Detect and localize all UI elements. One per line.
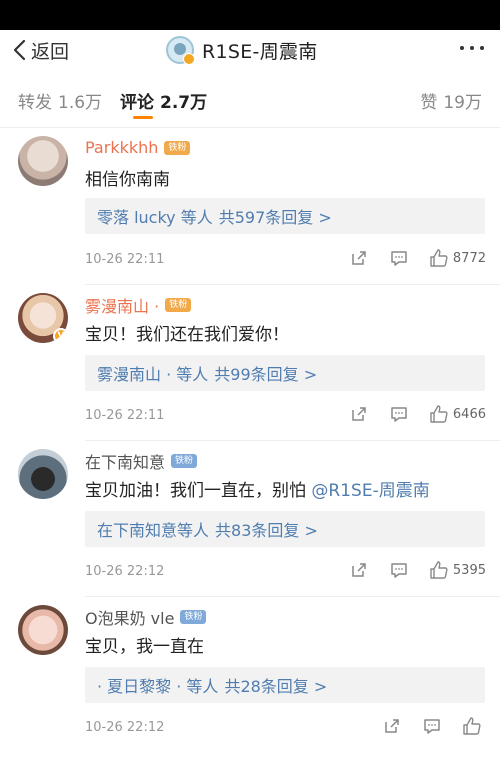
comment-text: 宝贝！我们还在我们爱你！ (85, 325, 289, 345)
fan-badge: 铁粉 (171, 454, 198, 468)
back-button[interactable]: 返回 (12, 36, 69, 64)
comment-button[interactable] (389, 404, 409, 424)
chevron-left-icon (13, 39, 26, 61)
tab-count: 1.6万 (58, 93, 103, 113)
repost-button[interactable] (349, 404, 369, 424)
tab-bar: 转发 1.6万 评论 2.7万 赞 19万 (0, 82, 500, 122)
divider (85, 596, 500, 597)
share-icon (352, 251, 366, 265)
reply-users: 零落 lucky 等人 (97, 208, 213, 227)
tab-label: 转发 (18, 93, 52, 113)
mention-link[interactable]: @R1SE-周震南 (311, 481, 429, 501)
title-text: R1SE-周震南 (202, 40, 318, 63)
divider (0, 127, 500, 128)
reply-summary-button[interactable]: 零落 lucky 等人 共597条回复 > (85, 198, 485, 234)
comment-text: 宝贝加油！我们一直在，别怕 @R1SE-周震南 (85, 476, 430, 501)
like-button[interactable] (462, 716, 486, 736)
status-bar (0, 0, 500, 30)
tab-repost[interactable]: 转发 1.6万 (18, 88, 102, 113)
reply-count: 共83条回复 > (215, 521, 318, 540)
reply-count: 共99条回复 > (214, 365, 318, 384)
avatar (166, 36, 195, 65)
comment-time: 10-26 22:12 (85, 720, 165, 735)
verified-icon (183, 53, 195, 65)
share-icon (352, 407, 366, 421)
page-title[interactable]: R1SE-周震南 (166, 34, 318, 66)
comment-author[interactable]: 在下南知意 铁粉 (85, 449, 198, 473)
like-button[interactable]: 6466 (429, 404, 486, 424)
thumb-up-icon (430, 249, 448, 267)
thumb-up-icon (430, 561, 448, 579)
tab-like[interactable]: 赞 19万 (420, 88, 482, 113)
comment-author[interactable]: 雾漫南山 · 铁粉 (85, 293, 192, 317)
share-icon (385, 719, 399, 733)
comment-icon (391, 251, 407, 266)
comment-time: 10-26 22:11 (85, 408, 165, 423)
author-name: Parkkkhh (85, 138, 159, 157)
comment-button[interactable] (389, 560, 409, 580)
thumb-up-icon (430, 405, 448, 423)
comment-actions: 6466 (329, 404, 486, 424)
comment-text: 相信你南南 (85, 170, 170, 190)
reply-summary-button[interactable]: · 夏日黎黎 · 等人 共28条回复 > (85, 667, 485, 703)
tab-count: 19万 (443, 93, 482, 113)
comment-author[interactable]: O泡果奶 vle 铁粉 (85, 605, 207, 629)
tab-label: 评论 (120, 93, 154, 113)
tab-count: 2.7万 (160, 93, 208, 113)
author-name: 在下南知意 (85, 453, 166, 472)
avatar[interactable] (18, 136, 68, 186)
comment-time: 10-26 22:12 (85, 564, 165, 579)
avatar[interactable]: V (18, 293, 68, 343)
divider (85, 284, 500, 285)
comment-text-body: 宝贝加油！我们一直在，别怕 (85, 481, 312, 501)
avatar[interactable] (18, 449, 68, 499)
avatar[interactable] (18, 605, 68, 655)
reply-summary-button[interactable]: 在下南知意等人 共83条回复 > (85, 511, 485, 547)
verified-icon: V (53, 328, 68, 343)
author-name: O泡果奶 vle (85, 609, 175, 628)
reply-count: 共597条回复 > (218, 208, 332, 227)
divider (85, 440, 500, 441)
like-count: 5395 (452, 562, 486, 578)
comment-icon (391, 563, 407, 578)
repost-button[interactable] (349, 560, 369, 580)
repost-button[interactable] (349, 248, 369, 268)
tab-comment[interactable]: 评论 2.7万 (120, 88, 207, 113)
comment-actions: 8772 (329, 248, 486, 268)
more-dots-icon[interactable] (460, 46, 484, 50)
comment-actions (362, 716, 486, 736)
repost-button[interactable] (382, 716, 402, 736)
comment-button[interactable] (422, 716, 442, 736)
reply-users: · 夏日黎黎 · 等人 (97, 677, 219, 696)
comment-button[interactable] (389, 248, 409, 268)
back-label: 返回 (31, 40, 70, 63)
reply-summary-button[interactable]: 雾漫南山 · 等人 共99条回复 > (85, 355, 485, 391)
fan-badge: 铁粉 (164, 140, 191, 155)
thumb-up-icon (463, 717, 481, 735)
reply-users: 雾漫南山 · 等人 (97, 365, 209, 384)
fan-badge: 铁粉 (180, 610, 207, 624)
like-count: 8772 (452, 250, 486, 266)
comment-author[interactable]: Parkkkhh 铁粉 (85, 138, 191, 157)
reply-users: 在下南知意等人 (97, 521, 210, 540)
comment-time: 10-26 22:11 (85, 252, 165, 267)
reply-count: 共28条回复 > (224, 677, 328, 696)
comment-icon (424, 719, 440, 734)
comment-text: 宝贝，我一直在 (85, 637, 204, 657)
fan-badge: 铁粉 (165, 298, 192, 312)
tab-label: 赞 (420, 93, 438, 113)
active-tab-indicator (133, 116, 153, 119)
share-icon (352, 563, 366, 577)
like-button[interactable]: 5395 (429, 560, 486, 580)
comment-icon (391, 407, 407, 422)
comment-actions: 5395 (329, 560, 486, 580)
author-name: 雾漫南山 · (85, 297, 160, 316)
like-count: 6466 (452, 406, 486, 422)
nav-bar: 返回 R1SE-周震南 (0, 30, 500, 70)
like-button[interactable]: 8772 (429, 248, 486, 268)
